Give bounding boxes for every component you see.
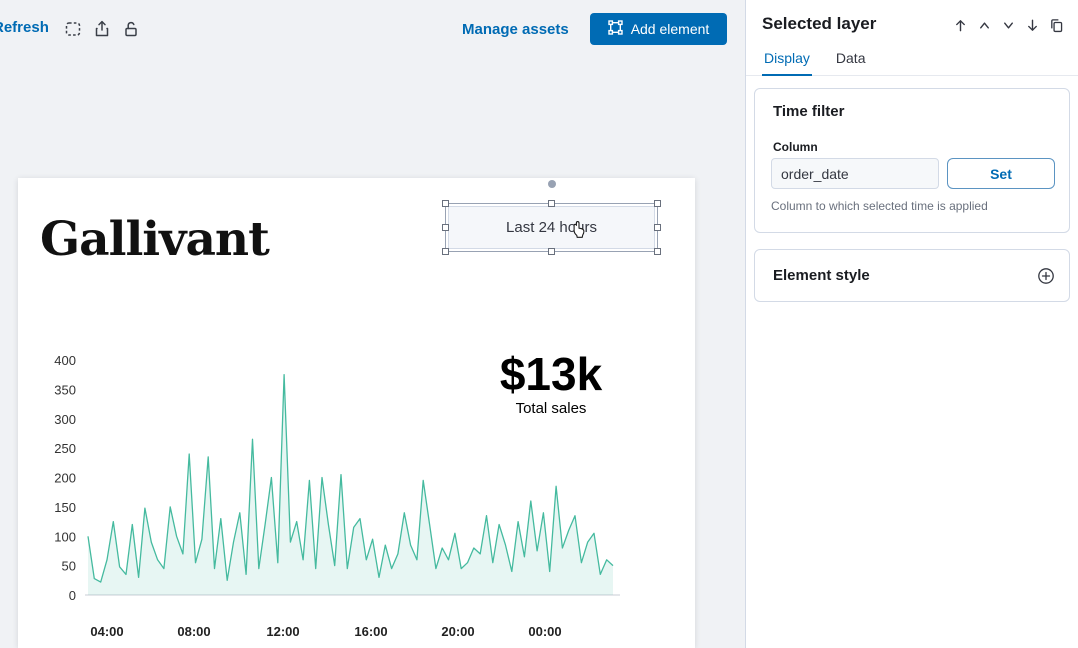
- move-bottom-icon[interactable]: [1025, 18, 1040, 33]
- svg-text:04:00: 04:00: [90, 624, 123, 639]
- time-filter-dropdown[interactable]: Last 24 hours: [448, 206, 655, 249]
- svg-text:200: 200: [54, 471, 76, 486]
- canvas-editor-app: Refresh Manage assets Add element Galliv…: [0, 0, 1078, 648]
- export-icon[interactable]: [93, 20, 111, 38]
- clone-layer-icon[interactable]: [1049, 18, 1064, 33]
- add-element-button[interactable]: Add element: [590, 13, 727, 45]
- unlock-icon[interactable]: [122, 20, 140, 38]
- resize-handle[interactable]: [442, 224, 449, 231]
- manage-assets-link[interactable]: Manage assets: [462, 21, 569, 38]
- rotate-handle[interactable]: [548, 180, 556, 188]
- tab-data[interactable]: Data: [834, 46, 868, 75]
- sales-area-chart[interactable]: 0 50 100 150 200 250 300 350 400 04:00 08:00 12:00 1…: [38, 343, 658, 643]
- element-icon: [608, 20, 623, 38]
- svg-text:300: 300: [54, 412, 76, 427]
- selected-layer-panel: Selected layer Display Data Time filter: [745, 0, 1078, 648]
- plus-in-circle-icon[interactable]: [1037, 267, 1055, 285]
- set-button[interactable]: Set: [947, 158, 1055, 189]
- element-style-title: Element style: [773, 267, 870, 284]
- svg-text:50: 50: [62, 559, 76, 574]
- svg-text:250: 250: [54, 441, 76, 456]
- toolbar-left-icons: [64, 20, 140, 38]
- tab-display[interactable]: Display: [762, 46, 812, 76]
- svg-text:16:00: 16:00: [354, 624, 387, 639]
- svg-text:350: 350: [54, 382, 76, 397]
- svg-text:00:00: 00:00: [528, 624, 561, 639]
- panel-title: Selected layer: [762, 14, 876, 34]
- layer-order-controls: [953, 18, 1064, 33]
- column-label: Column: [773, 140, 818, 154]
- column-input[interactable]: [771, 158, 939, 189]
- svg-text:400: 400: [54, 353, 76, 368]
- selected-element-bounds[interactable]: Last 24 hours: [445, 203, 658, 252]
- element-style-card: Element style: [754, 249, 1070, 302]
- svg-text:12:00: 12:00: [266, 624, 299, 639]
- time-filter-title: Time filter: [773, 103, 844, 120]
- svg-text:0: 0: [69, 588, 76, 603]
- gallivant-logo: Gallivant: [40, 212, 269, 267]
- panel-tabs: Display Data: [746, 46, 1078, 76]
- resize-handle[interactable]: [654, 248, 661, 255]
- canvas-workpad-page[interactable]: Gallivant Last 24 hours $13k Total sales…: [18, 178, 695, 648]
- svg-text:08:00: 08:00: [177, 624, 210, 639]
- resize-handle[interactable]: [548, 248, 555, 255]
- move-top-icon[interactable]: [953, 18, 968, 33]
- resize-handle[interactable]: [654, 200, 661, 207]
- svg-text:150: 150: [54, 500, 76, 515]
- svg-text:100: 100: [54, 529, 76, 544]
- resize-handle[interactable]: [442, 248, 449, 255]
- column-help-text: Column to which selected time is applied: [771, 199, 988, 213]
- add-element-label: Add element: [631, 21, 710, 37]
- time-filter-settings-card: Time filter Column Set Column to which s…: [754, 88, 1070, 233]
- svg-text:20:00: 20:00: [441, 624, 474, 639]
- resize-handle[interactable]: [654, 224, 661, 231]
- refresh-link[interactable]: Refresh: [0, 19, 49, 36]
- frame-icon[interactable]: [64, 20, 82, 38]
- move-down-icon[interactable]: [1001, 18, 1016, 33]
- resize-handle[interactable]: [548, 200, 555, 207]
- resize-handle[interactable]: [442, 200, 449, 207]
- move-up-icon[interactable]: [977, 18, 992, 33]
